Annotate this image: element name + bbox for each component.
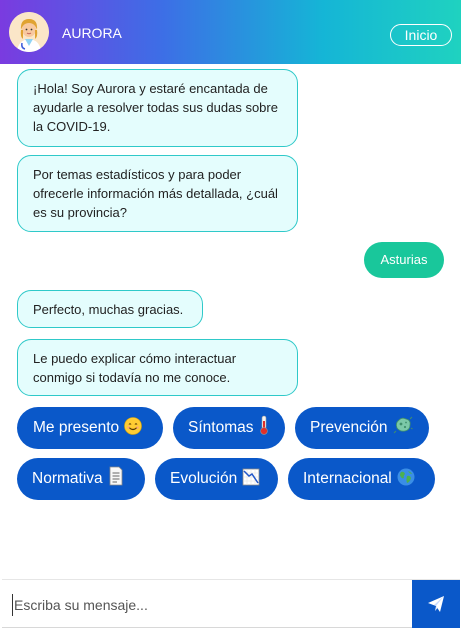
smiling-face-icon — [124, 410, 142, 452]
user-message: Asturias — [364, 242, 444, 278]
doctor-avatar-icon — [9, 12, 49, 52]
chart-decreasing-icon — [242, 461, 260, 503]
document-icon — [108, 461, 124, 503]
option-label: Evolución — [170, 470, 238, 487]
option-normativa-button[interactable]: Normativa — [17, 458, 145, 500]
app-title: AURORA — [62, 25, 122, 41]
globe-icon — [397, 461, 415, 503]
paper-plane-icon — [428, 596, 444, 612]
option-label: Internacional — [303, 470, 392, 487]
option-label: Prevención — [310, 419, 388, 436]
bot-message: ¡Hola! Soy Aurora y estaré encantada de … — [17, 69, 298, 147]
message-composer — [2, 579, 460, 628]
option-sintomas-button[interactable]: Síntomas — [173, 407, 285, 449]
chat-header: AURORA Inicio — [0, 0, 461, 64]
option-label: Me presento — [33, 419, 120, 436]
bot-message: Por temas estadísticos y para poder ofre… — [17, 155, 298, 232]
option-me-presento-button[interactable]: Me presento — [17, 407, 163, 449]
option-internacional-button[interactable]: Internacional — [288, 458, 435, 500]
message-input[interactable] — [12, 594, 402, 616]
home-button[interactable]: Inicio — [390, 24, 452, 46]
microbe-icon — [393, 410, 413, 452]
thermometer-icon — [258, 410, 270, 452]
option-label: Normativa — [32, 470, 103, 487]
option-evolucion-button[interactable]: Evolución — [155, 458, 278, 500]
bot-message: Perfecto, muchas gracias. — [17, 290, 203, 328]
option-prevencion-button[interactable]: Prevención — [295, 407, 429, 449]
option-label: Síntomas — [188, 419, 254, 436]
send-button[interactable] — [412, 580, 460, 628]
bot-message: Le puedo explicar cómo interactuar conmi… — [17, 339, 298, 396]
